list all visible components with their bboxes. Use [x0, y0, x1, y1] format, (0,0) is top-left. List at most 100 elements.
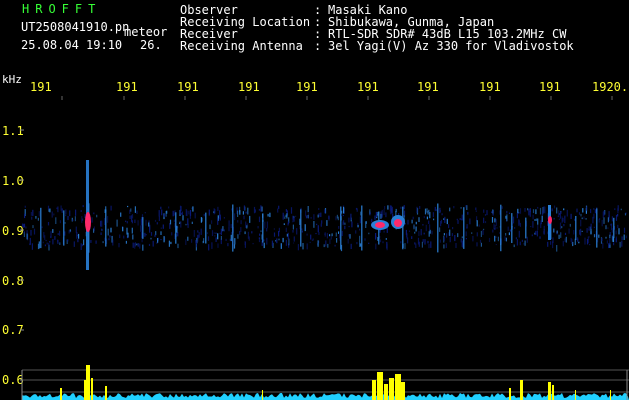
noise-pixel	[225, 238, 227, 241]
noise-pixel	[177, 243, 179, 249]
noise-pixel	[251, 231, 253, 234]
noise-pixel	[65, 214, 67, 217]
noise-pixel	[336, 238, 338, 243]
noise-pixel	[355, 230, 357, 234]
noise-pixel	[55, 217, 57, 224]
noise-pixel	[584, 237, 586, 245]
noise-pixel	[327, 243, 329, 248]
hrofft-display: HROFFT UT2508041910.pn meteor 25.08.04 1…	[0, 0, 629, 400]
noise-pixel	[93, 226, 95, 232]
noise-pixel	[605, 225, 607, 230]
noise-pixel	[350, 213, 352, 220]
noise-pixel	[244, 241, 246, 246]
echo-streak	[463, 207, 465, 249]
noise-pixel	[619, 241, 621, 248]
noise-pixel	[395, 208, 397, 213]
noise-pixel	[267, 213, 269, 217]
noise-pixel	[355, 207, 358, 210]
noise-pixel	[418, 231, 420, 237]
noise-pixel	[24, 213, 26, 219]
noise-pixel	[57, 239, 59, 244]
noise-pixel	[365, 221, 367, 228]
noise-pixel	[417, 237, 420, 245]
noise-pixel	[144, 232, 146, 237]
noise-pixel	[611, 216, 613, 222]
noise-pixel	[173, 212, 175, 216]
noise-pixel	[213, 211, 215, 213]
noise-pixel	[247, 207, 249, 215]
noise-pixel	[400, 206, 402, 209]
noise-pixel	[193, 230, 195, 237]
noise-pixel	[461, 218, 463, 221]
noise-pixel	[208, 209, 210, 216]
noise-pixel	[542, 210, 544, 216]
noise-pixel	[483, 209, 485, 213]
noise-pixel	[578, 241, 580, 244]
noise-pixel	[528, 208, 530, 216]
noise-pixel	[207, 236, 210, 241]
noise-pixel	[530, 226, 532, 228]
noise-pixel	[141, 239, 143, 243]
noise-pixel	[52, 239, 54, 245]
echo-streak	[340, 206, 342, 250]
noise-pixel	[201, 217, 203, 222]
noise-pixel	[228, 226, 230, 232]
noise-pixel	[213, 232, 215, 234]
noise-pixel	[239, 210, 241, 215]
noise-pixel	[252, 243, 254, 245]
noise-pixel	[342, 215, 344, 217]
noise-pixel	[203, 238, 205, 243]
noise-pixel	[258, 237, 261, 243]
noise-pixel	[253, 206, 256, 214]
noise-pixel	[67, 239, 69, 242]
level-spike	[389, 378, 394, 400]
echo-streak	[205, 212, 207, 244]
noise-pixel	[359, 228, 361, 231]
noise-pixel	[449, 236, 451, 243]
echo-streak	[105, 209, 107, 247]
noise-pixel	[326, 233, 328, 239]
noise-pixel	[609, 238, 611, 245]
noise-pixel	[424, 208, 427, 215]
noise-pixel	[427, 211, 429, 215]
noise-pixel	[404, 243, 406, 250]
noise-pixel	[120, 212, 122, 217]
echo-streak	[596, 208, 598, 248]
noise-pixel	[215, 232, 217, 234]
noise-pixel	[180, 212, 182, 215]
noise-pixel	[386, 228, 388, 233]
noise-pixel	[318, 232, 320, 235]
noise-pixel	[439, 227, 441, 232]
noise-pixel	[157, 238, 159, 243]
noise-pixel	[220, 235, 222, 240]
noise-pixel	[49, 208, 51, 213]
noise-pixel	[451, 233, 453, 237]
noise-pixel	[390, 205, 392, 208]
echo-streak	[40, 207, 42, 249]
noise-pixel	[480, 242, 482, 247]
noise-pixel	[478, 224, 480, 227]
level-spike	[610, 390, 611, 400]
noise-pixel	[280, 243, 282, 249]
noise-pixel	[285, 227, 287, 232]
noise-pixel	[296, 228, 298, 235]
noise-pixel	[369, 212, 371, 214]
noise-pixel	[550, 241, 552, 245]
noise-pixel	[331, 233, 333, 237]
noise-pixel	[585, 218, 587, 220]
noise-pixel	[107, 216, 109, 223]
noise-pixel	[428, 220, 430, 224]
noise-pixel	[134, 243, 136, 249]
noise-pixel	[434, 206, 436, 211]
noise-pixel	[537, 206, 539, 209]
noise-pixel	[25, 226, 27, 229]
noise-pixel	[318, 213, 320, 217]
noise-pixel	[76, 232, 78, 239]
noise-pixel	[611, 228, 613, 233]
noise-pixel	[446, 218, 448, 225]
noise-pixel	[155, 231, 157, 236]
noise-pixel	[431, 230, 433, 235]
noise-pixel	[568, 228, 570, 234]
meteor-echo-core	[375, 222, 385, 228]
noise-pixel	[439, 239, 441, 243]
